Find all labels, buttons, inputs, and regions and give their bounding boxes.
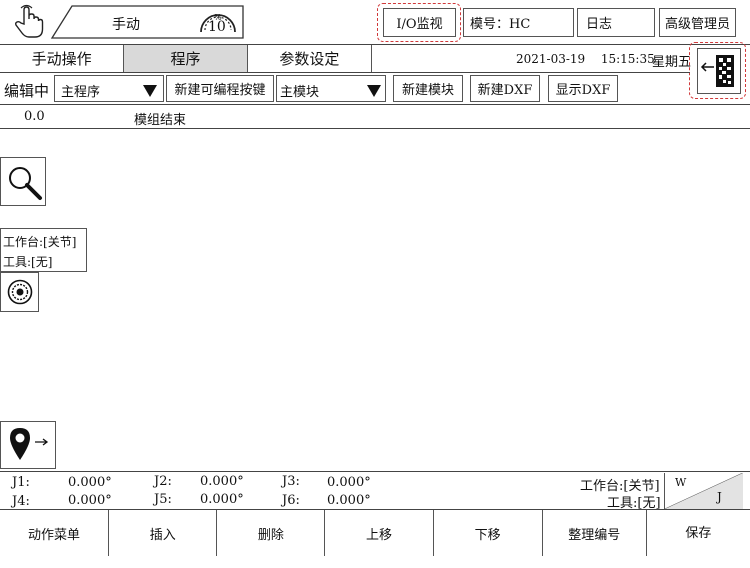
locate-button[interactable] [0,421,56,469]
joint-coordinates: J1: 0.000° J2: 0.000° J3: 0.000° J4: 0.0… [0,472,750,511]
target-icon [7,279,33,309]
j2-value: 0.000° [200,474,244,489]
j4-value: 0.000° [68,493,112,508]
editing-label: 编辑中 [4,82,50,100]
header-bar: 手动 % 10 I/O监视 模号：HC 日志 高级管理员 [0,0,750,44]
hand-pointer-icon[interactable] [12,4,46,40]
model-number-button[interactable]: 模号：HC [463,8,574,37]
j4-label: J4: [12,494,30,509]
program-select-value: 主程序 [61,85,101,100]
j5-label: J5: [154,492,172,507]
module-select[interactable]: 主模块 [276,75,386,102]
move-down-button[interactable]: 下移 [434,510,543,556]
tab-manual-operation[interactable]: 手动操作 [0,45,125,72]
workbench-label: 工作台: [3,235,44,249]
j5-value: 0.000° [200,492,244,507]
status-weekday: 星期五 [652,55,692,70]
new-programmable-key-button[interactable]: 新建可编程按键 [166,75,274,102]
frame-joint-label: J [717,490,722,504]
target-button[interactable] [0,272,39,312]
qr-panel-button[interactable] [697,48,741,94]
speed-gauge[interactable]: % 10 [195,4,241,40]
status-datetime: 2021-03-19 15:15:35 [516,52,655,66]
log-button[interactable]: 日志 [577,8,655,37]
delete-button[interactable]: 删除 [217,510,326,556]
insert-button[interactable]: 插入 [109,510,218,556]
j1-label: J1: [12,475,30,490]
tab-program[interactable]: 程序 [124,45,248,72]
new-dxf-button[interactable]: 新建DXF [470,75,540,102]
program-line-text: 模组结束 [134,113,187,128]
tab-bar: 手动操作 程序 参数设定 [0,45,372,72]
bottom-bar: 动作菜单 插入 删除 上移 下移 整理编号 保存 [0,510,750,556]
mode-label: 手动 [112,17,140,33]
tool-info: 工具:[无] [3,253,52,270]
tool-value: [无] [31,255,53,269]
qr-code-icon [716,55,734,91]
program-select[interactable]: 主程序 [54,75,164,102]
workbench-info: 工作台:[关节] [3,233,76,250]
j6-value: 0.000° [327,493,371,508]
chevron-down-icon [143,85,157,101]
frame-world-label: W [675,476,687,489]
status-date: 2021-03-19 [516,52,586,66]
tab-divider [0,72,690,73]
arrow-left-icon [700,61,714,76]
j3-label: J3: [282,474,300,489]
j3-value: 0.000° [327,475,371,490]
tool-label: 工具: [3,255,32,269]
j2-label: J2: [154,474,172,489]
location-pin-icon [9,427,31,465]
list-divider [0,128,750,129]
io-monitor-button[interactable]: I/O监视 [383,8,456,37]
renumber-button[interactable]: 整理编号 [543,510,647,556]
j6-label: J6: [282,493,300,508]
arrow-right-icon [35,435,49,450]
action-menu-button[interactable]: 动作菜单 [0,510,110,556]
save-button[interactable]: 保存 [647,510,750,568]
search-button[interactable] [0,157,46,206]
show-dxf-button[interactable]: 显示DXF [548,75,618,102]
program-line-number: 0.0 [24,109,45,124]
search-icon [7,165,43,205]
new-module-button[interactable]: 新建模块 [393,75,463,102]
program-list[interactable]: 0.0 模组结束 [0,105,750,129]
workbench-value: [关节] [43,235,77,249]
tab-parameter-settings[interactable]: 参数设定 [248,45,371,72]
module-select-value: 主模块 [280,85,320,100]
move-up-button[interactable]: 上移 [325,510,434,556]
speed-value: 10 [208,19,226,35]
frame-toggle-button[interactable]: W J [664,473,743,509]
coordinate-info-panel: 工作台:[关节] 工具:[无] [0,228,87,272]
user-level-button[interactable]: 高级管理员 [659,8,736,37]
list-item[interactable]: 0.0 模组结束 [0,105,750,128]
chevron-down-icon [367,85,381,101]
status-time: 15:15:35 [600,52,655,66]
j1-value: 0.000° [68,475,112,490]
